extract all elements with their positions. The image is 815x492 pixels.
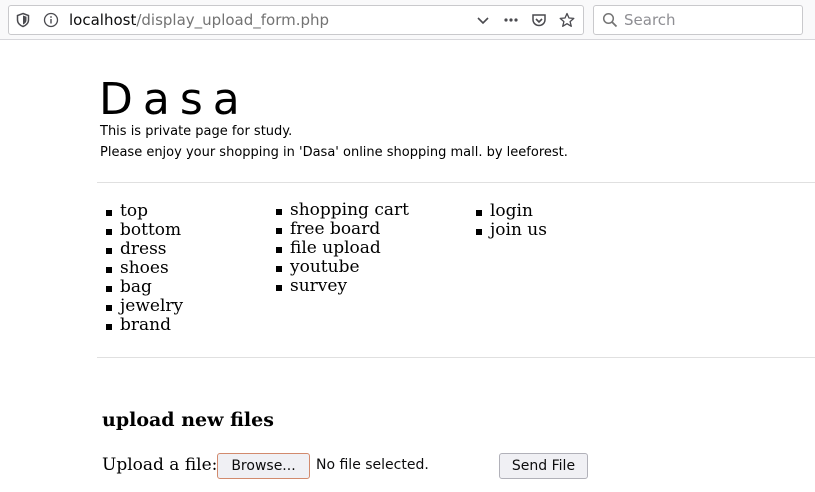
more-icon[interactable] [503, 12, 519, 28]
browse-button[interactable]: Browse... [217, 453, 310, 479]
menu-item-brand[interactable]: brand [98, 316, 183, 335]
url-bar[interactable]: localhost/display_upload_form.php [8, 5, 584, 35]
tagline-line-1: This is private page for study. [100, 124, 293, 139]
menu-item-file-upload[interactable]: file upload [268, 239, 409, 258]
menu-item-survey[interactable]: survey [268, 277, 409, 296]
menu-item-join-us[interactable]: join us [468, 221, 547, 240]
upload-heading: upload new files [102, 409, 274, 431]
send-file-button[interactable]: Send File [499, 453, 588, 479]
search-bar[interactable]: Search [593, 5, 803, 35]
search-icon [602, 12, 618, 32]
services-menu: shopping cart free board file upload you… [268, 201, 409, 296]
menu-divider [97, 357, 815, 358]
shield-icon[interactable] [15, 12, 31, 28]
account-menu: login join us [468, 202, 547, 240]
url-text[interactable]: localhost/display_upload_form.php [69, 11, 329, 29]
menu-item-top[interactable]: top [98, 202, 183, 221]
menu-item-bag[interactable]: bag [98, 278, 183, 297]
pocket-icon[interactable] [531, 12, 547, 28]
url-host: localhost [69, 11, 137, 29]
tagline-line-2: Please enjoy your shopping in 'Dasa' onl… [100, 145, 568, 160]
browser-toolbar: localhost/display_upload_form.php Search [0, 0, 815, 40]
upload-label: Upload a file: [102, 455, 218, 475]
menu-item-jewelry[interactable]: jewelry [98, 297, 183, 316]
menu-item-free-board[interactable]: free board [268, 220, 409, 239]
info-icon[interactable] [43, 12, 59, 28]
menu-item-shopping-cart[interactable]: shopping cart [268, 201, 409, 220]
menu-item-dress[interactable]: dress [98, 240, 183, 259]
search-input[interactable]: Search [624, 11, 676, 29]
file-status: No file selected. [316, 457, 429, 473]
header-divider [97, 182, 815, 183]
menu-item-youtube[interactable]: youtube [268, 258, 409, 277]
site-logo[interactable]: Dasa [99, 75, 250, 125]
category-menu: top bottom dress shoes bag jewelry brand [98, 202, 183, 335]
menu-item-login[interactable]: login [468, 202, 547, 221]
menu-item-shoes[interactable]: shoes [98, 259, 183, 278]
chevron-down-icon[interactable] [475, 12, 491, 28]
url-path: /display_upload_form.php [136, 11, 330, 29]
menu-item-bottom[interactable]: bottom [98, 221, 183, 240]
bookmark-star-icon[interactable] [559, 12, 575, 28]
